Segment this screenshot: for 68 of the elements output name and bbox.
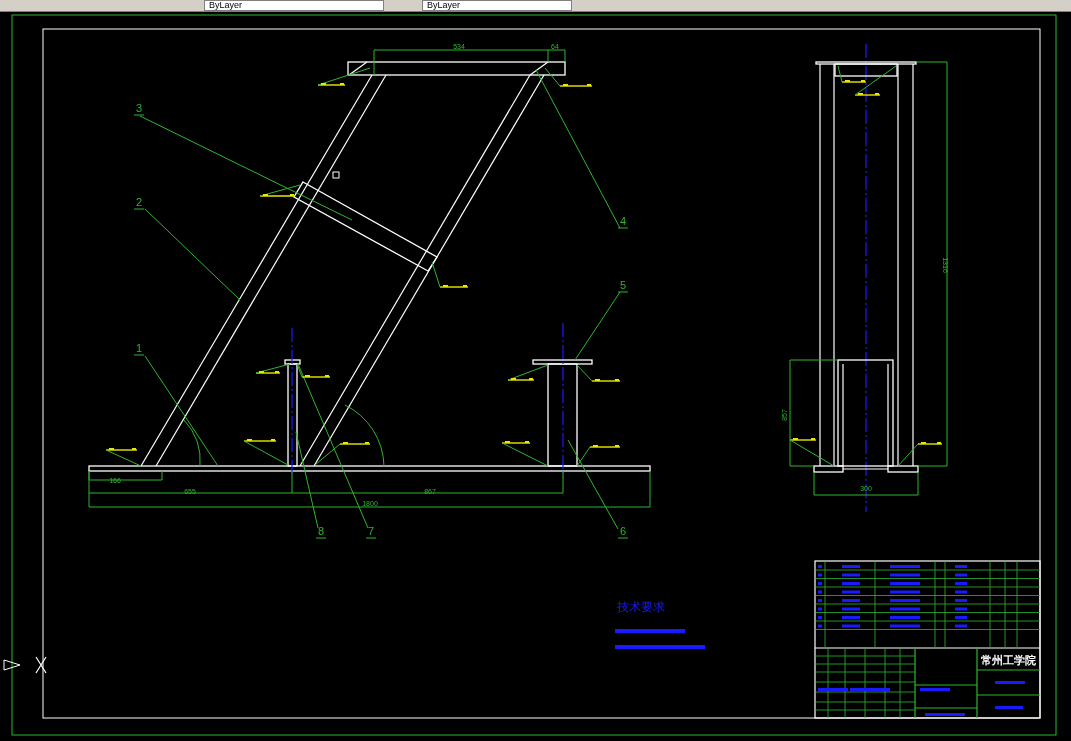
illegible-label [842, 624, 860, 628]
illegible-label [842, 573, 860, 577]
layer-dropdown[interactable]: ByLayer [204, 0, 384, 11]
illegible-label [818, 616, 822, 619]
illegible-label [818, 582, 822, 585]
weld-symbol [576, 364, 621, 382]
illegible-label [842, 582, 860, 585]
illegible-label [890, 590, 920, 594]
illegible-label [818, 565, 822, 568]
illegible-label [842, 590, 860, 594]
illegible-label [955, 599, 967, 602]
part-number: 4 [620, 215, 627, 227]
illegible-label [920, 688, 950, 691]
illegible-label [890, 573, 920, 577]
school-name: 常州工学院 [980, 654, 1036, 666]
part-number: 5 [620, 279, 627, 291]
illegible-label [995, 681, 1025, 684]
weld-symbol [105, 448, 142, 467]
illegible-label [955, 607, 967, 611]
notes-heading: 技术要求 [617, 600, 665, 614]
weld-symbol [576, 445, 621, 467]
part-number: 1 [136, 342, 143, 354]
weld-symbol [507, 364, 549, 381]
cursor-pickbox [332, 171, 340, 179]
illegible-label [818, 599, 822, 602]
illegible-label [842, 616, 860, 619]
illegible-label [818, 624, 822, 628]
illegible-label [890, 599, 920, 602]
illegible-label [955, 590, 967, 594]
illegible-label [842, 607, 860, 611]
weld-symbol [296, 363, 331, 378]
leader-line [574, 291, 629, 361]
weld-symbol [544, 67, 593, 87]
layer-dropdown[interactable]: ByLayer [422, 0, 572, 11]
illegible-label [955, 573, 967, 577]
angle-arc [344, 404, 385, 467]
weld-symbol [431, 261, 469, 288]
part-number: 6 [620, 525, 627, 537]
part-number: 3 [136, 102, 143, 114]
part-number: 2 [136, 196, 143, 208]
illegible-label [955, 582, 967, 585]
illegible-label [890, 624, 920, 628]
weld-symbol [501, 441, 549, 467]
illegible-label [890, 607, 920, 611]
illegible-label [842, 599, 860, 602]
illegible-label [925, 713, 965, 716]
illegible-label [890, 582, 920, 585]
angle-arc [183, 419, 201, 467]
illegible-label [955, 565, 967, 568]
illegible-label [890, 565, 920, 568]
part-number: 8 [318, 525, 325, 537]
part-number: 7 [368, 525, 375, 537]
illegible-label [818, 688, 848, 691]
illegible-label [995, 706, 1023, 709]
weld-symbol [314, 442, 371, 466]
illegible-label [955, 616, 967, 619]
illegible-label [818, 590, 822, 594]
illegible-label [818, 573, 822, 577]
illegible-label [818, 607, 822, 611]
weld-symbol [255, 363, 291, 374]
illegible-label [890, 616, 920, 619]
illegible-label [842, 565, 860, 568]
ucs-icon [3, 656, 47, 674]
illegible-label [955, 624, 967, 628]
weld-symbol [317, 67, 371, 86]
weld-symbol [243, 439, 289, 466]
illegible-label [850, 688, 890, 691]
weld-symbol [259, 184, 301, 197]
